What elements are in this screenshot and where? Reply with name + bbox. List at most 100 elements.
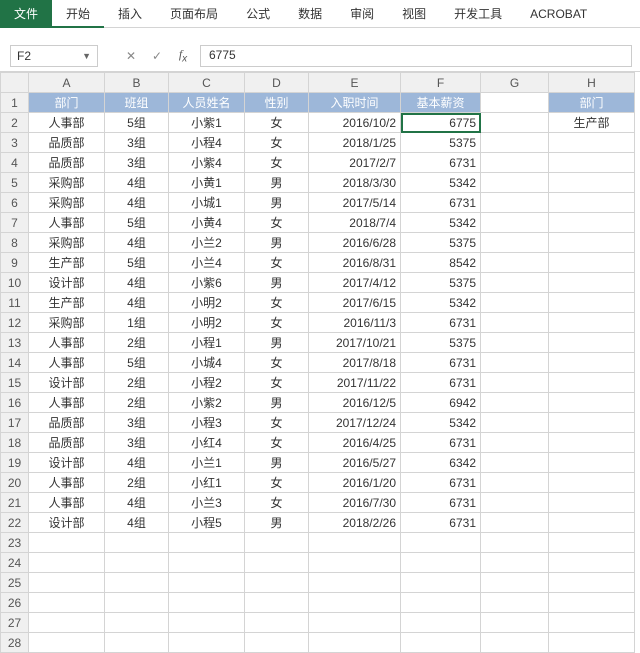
cell-D18[interactable]: 女 xyxy=(245,433,309,453)
cell-D24[interactable] xyxy=(245,553,309,573)
cell-H22[interactable] xyxy=(549,513,635,533)
row-header-27[interactable]: 27 xyxy=(1,613,29,633)
cell-F19[interactable]: 6342 xyxy=(401,453,481,473)
row-header-15[interactable]: 15 xyxy=(1,373,29,393)
cell-C20[interactable]: 小红1 xyxy=(169,473,245,493)
cell-A28[interactable] xyxy=(29,633,105,653)
cell-F2[interactable]: 6775 xyxy=(401,113,481,133)
cell-F8[interactable]: 5375 xyxy=(401,233,481,253)
cell-F24[interactable] xyxy=(401,553,481,573)
row-header-25[interactable]: 25 xyxy=(1,573,29,593)
cell-B6[interactable]: 4组 xyxy=(105,193,169,213)
cell-H26[interactable] xyxy=(549,593,635,613)
cell-E18[interactable]: 2016/4/25 xyxy=(309,433,401,453)
cell-C25[interactable] xyxy=(169,573,245,593)
cell-H5[interactable] xyxy=(549,173,635,193)
col-header-B[interactable]: B xyxy=(105,73,169,93)
cell-D20[interactable]: 女 xyxy=(245,473,309,493)
cell-H16[interactable] xyxy=(549,393,635,413)
row-header-3[interactable]: 3 xyxy=(1,133,29,153)
cell-B25[interactable] xyxy=(105,573,169,593)
row-header-5[interactable]: 5 xyxy=(1,173,29,193)
cell-G24[interactable] xyxy=(481,553,549,573)
tab-审阅[interactable]: 审阅 xyxy=(336,0,388,28)
cell-D25[interactable] xyxy=(245,573,309,593)
cell-D7[interactable]: 女 xyxy=(245,213,309,233)
cell-E9[interactable]: 2016/8/31 xyxy=(309,253,401,273)
cell-B21[interactable]: 4组 xyxy=(105,493,169,513)
col-header-E[interactable]: E xyxy=(309,73,401,93)
name-box[interactable]: F2 ▼ xyxy=(10,45,98,67)
row-header-23[interactable]: 23 xyxy=(1,533,29,553)
cell-G28[interactable] xyxy=(481,633,549,653)
cell-B12[interactable]: 1组 xyxy=(105,313,169,333)
col-header-C[interactable]: C xyxy=(169,73,245,93)
cell-G20[interactable] xyxy=(481,473,549,493)
cell-B22[interactable]: 4组 xyxy=(105,513,169,533)
cell-A19[interactable]: 设计部 xyxy=(29,453,105,473)
cell-A4[interactable]: 品质部 xyxy=(29,153,105,173)
cell-E22[interactable]: 2018/2/26 xyxy=(309,513,401,533)
row-header-8[interactable]: 8 xyxy=(1,233,29,253)
cell-A7[interactable]: 人事部 xyxy=(29,213,105,233)
cell-G5[interactable] xyxy=(481,173,549,193)
cell-H10[interactable] xyxy=(549,273,635,293)
cell-C3[interactable]: 小程4 xyxy=(169,133,245,153)
row-header-4[interactable]: 4 xyxy=(1,153,29,173)
cell-E17[interactable]: 2017/12/24 xyxy=(309,413,401,433)
cell-E20[interactable]: 2016/1/20 xyxy=(309,473,401,493)
cell-E25[interactable] xyxy=(309,573,401,593)
cell-A22[interactable]: 设计部 xyxy=(29,513,105,533)
cell-H8[interactable] xyxy=(549,233,635,253)
cell-E6[interactable]: 2017/5/14 xyxy=(309,193,401,213)
tab-ACROBAT[interactable]: ACROBAT xyxy=(516,0,601,28)
cell-E15[interactable]: 2017/11/22 xyxy=(309,373,401,393)
cell-G13[interactable] xyxy=(481,333,549,353)
row-header-16[interactable]: 16 xyxy=(1,393,29,413)
cell-E21[interactable]: 2016/7/30 xyxy=(309,493,401,513)
cell-G25[interactable] xyxy=(481,573,549,593)
cell-B11[interactable]: 4组 xyxy=(105,293,169,313)
cell-H25[interactable] xyxy=(549,573,635,593)
row-header-2[interactable]: 2 xyxy=(1,113,29,133)
select-all-corner[interactable] xyxy=(1,73,29,93)
cell-B16[interactable]: 2组 xyxy=(105,393,169,413)
cell-H14[interactable] xyxy=(549,353,635,373)
cell-A27[interactable] xyxy=(29,613,105,633)
cell-A2[interactable]: 人事部 xyxy=(29,113,105,133)
cell-H20[interactable] xyxy=(549,473,635,493)
cell-F26[interactable] xyxy=(401,593,481,613)
cell-F7[interactable]: 5342 xyxy=(401,213,481,233)
cell-E7[interactable]: 2018/7/4 xyxy=(309,213,401,233)
col-header-D[interactable]: D xyxy=(245,73,309,93)
tab-页面布局[interactable]: 页面布局 xyxy=(156,0,232,28)
cell-B14[interactable]: 5组 xyxy=(105,353,169,373)
cell-C2[interactable]: 小紫1 xyxy=(169,113,245,133)
row-header-20[interactable]: 20 xyxy=(1,473,29,493)
cell-D12[interactable]: 女 xyxy=(245,313,309,333)
cell-A10[interactable]: 设计部 xyxy=(29,273,105,293)
cell-B28[interactable] xyxy=(105,633,169,653)
cell-F17[interactable]: 5342 xyxy=(401,413,481,433)
cell-F13[interactable]: 5375 xyxy=(401,333,481,353)
cell-H27[interactable] xyxy=(549,613,635,633)
cell-C27[interactable] xyxy=(169,613,245,633)
cell-H28[interactable] xyxy=(549,633,635,653)
cell-G17[interactable] xyxy=(481,413,549,433)
cell-D15[interactable]: 女 xyxy=(245,373,309,393)
cell-A15[interactable]: 设计部 xyxy=(29,373,105,393)
cell-G7[interactable] xyxy=(481,213,549,233)
cell-D21[interactable]: 女 xyxy=(245,493,309,513)
cell-G21[interactable] xyxy=(481,493,549,513)
cell-C11[interactable]: 小明2 xyxy=(169,293,245,313)
row-header-11[interactable]: 11 xyxy=(1,293,29,313)
cell-F18[interactable]: 6731 xyxy=(401,433,481,453)
cell-A20[interactable]: 人事部 xyxy=(29,473,105,493)
cell-H3[interactable] xyxy=(549,133,635,153)
cell-D26[interactable] xyxy=(245,593,309,613)
cell-G16[interactable] xyxy=(481,393,549,413)
cell-H1[interactable]: 部门 xyxy=(549,93,635,113)
cell-H21[interactable] xyxy=(549,493,635,513)
cell-E16[interactable]: 2016/12/5 xyxy=(309,393,401,413)
cell-B1[interactable]: 班组 xyxy=(105,93,169,113)
